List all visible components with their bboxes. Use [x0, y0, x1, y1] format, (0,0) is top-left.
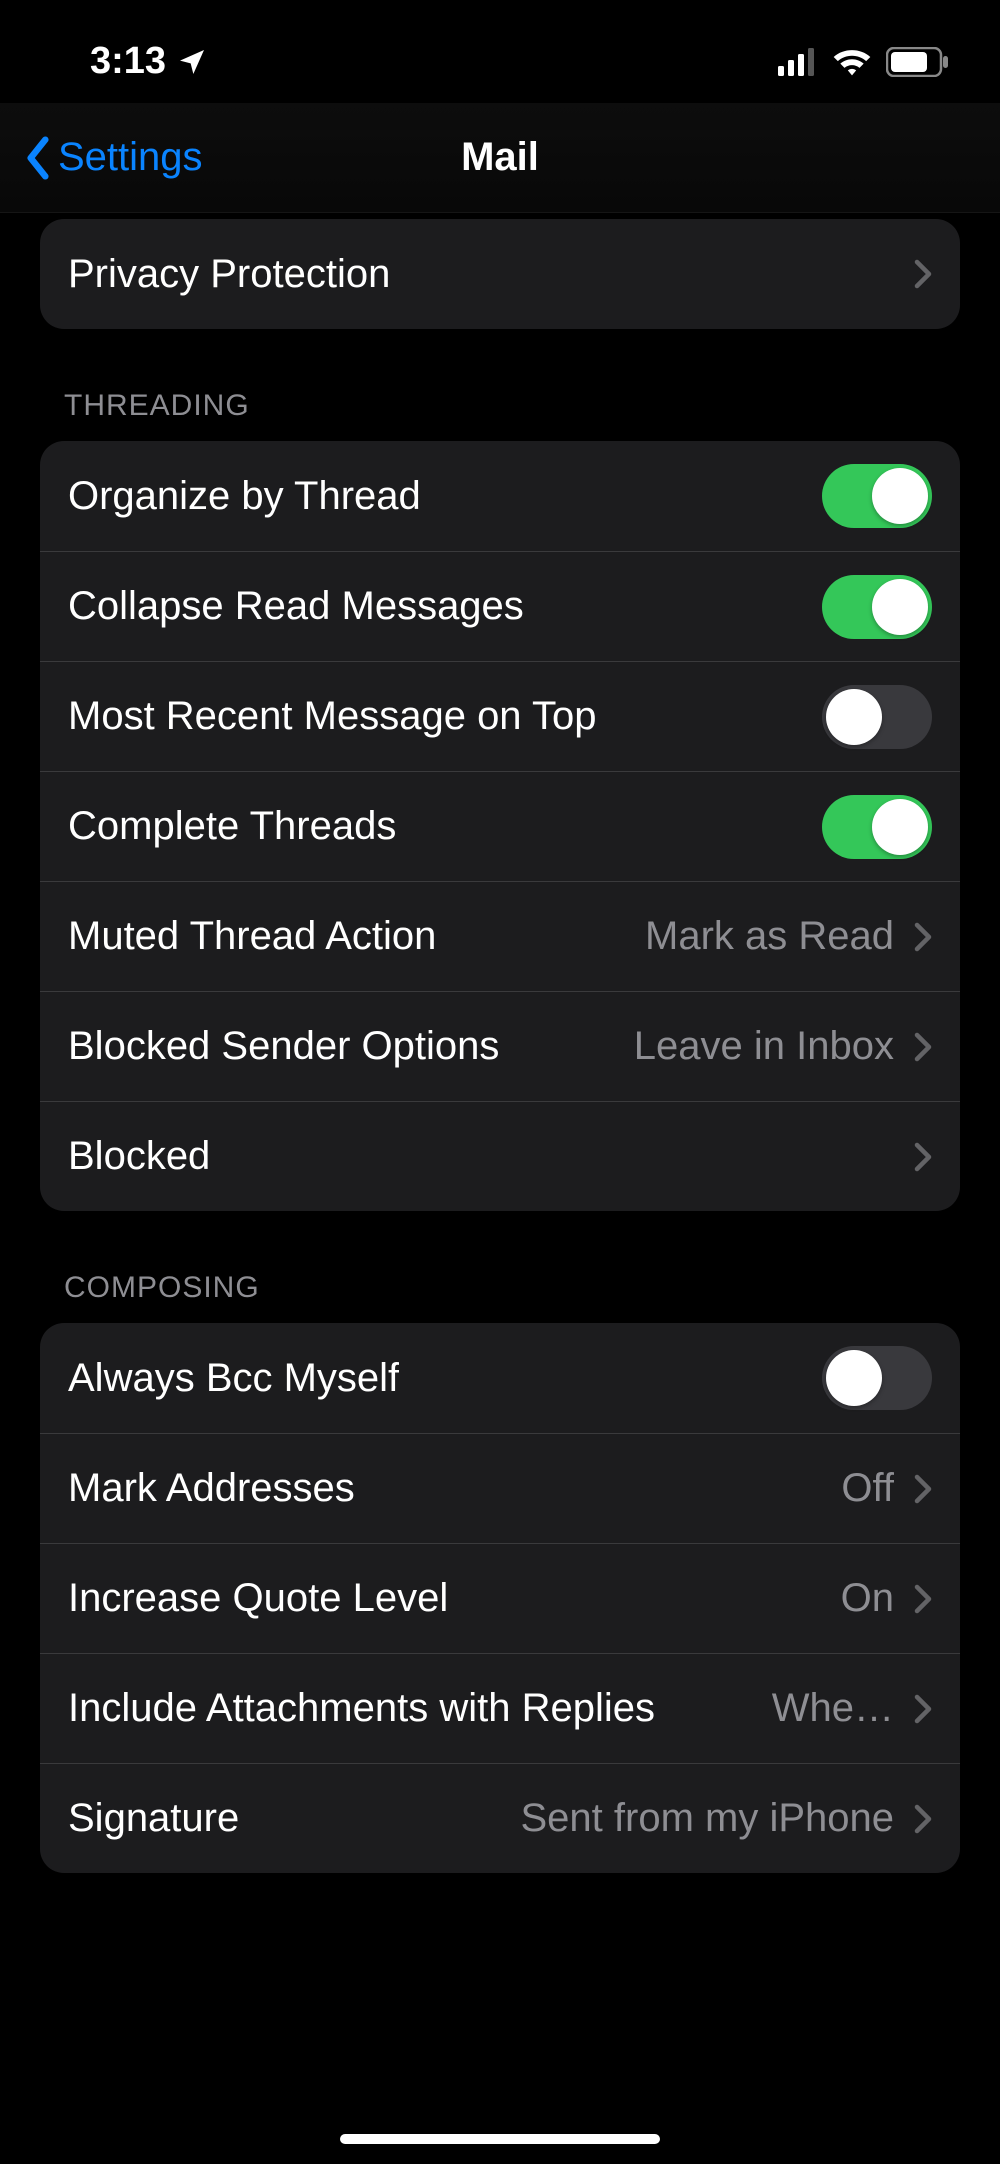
- chevron-right-icon: [914, 1032, 932, 1062]
- chevron-left-icon: [24, 136, 52, 180]
- row-label: Mark Addresses: [68, 1466, 355, 1511]
- row-label: Privacy Protection: [68, 252, 390, 297]
- chevron-right-icon: [914, 1694, 932, 1724]
- toggle-complete-threads[interactable]: [822, 795, 932, 859]
- section-header: THREADING: [40, 389, 960, 441]
- status-bar: 3:13: [0, 0, 1000, 103]
- chevron-right-icon: [914, 1804, 932, 1834]
- row-organize-by-thread[interactable]: Organize by Thread: [40, 441, 960, 551]
- row-muted-thread-action[interactable]: Muted Thread Action Mark as Read: [40, 881, 960, 991]
- toggle-collapse-read-messages[interactable]: [822, 575, 932, 639]
- row-blocked[interactable]: Blocked: [40, 1101, 960, 1211]
- chevron-right-icon: [914, 1474, 932, 1504]
- row-label: Increase Quote Level: [68, 1576, 448, 1621]
- row-always-bcc-myself[interactable]: Always Bcc Myself: [40, 1323, 960, 1433]
- home-indicator[interactable]: [340, 2134, 660, 2144]
- toggle-always-bcc-myself[interactable]: [822, 1346, 932, 1410]
- device-frame: 3:13: [0, 0, 1000, 2164]
- row-label: Most Recent Message on Top: [68, 694, 596, 739]
- row-complete-threads[interactable]: Complete Threads: [40, 771, 960, 881]
- row-collapse-read-messages[interactable]: Collapse Read Messages: [40, 551, 960, 661]
- row-blocked-sender-options[interactable]: Blocked Sender Options Leave in Inbox: [40, 991, 960, 1101]
- section-header: COMPOSING: [40, 1271, 960, 1323]
- row-signature[interactable]: Signature Sent from my iPhone: [40, 1763, 960, 1873]
- settings-group: Always Bcc Myself Mark Addresses Off Increa…: [40, 1323, 960, 1873]
- row-value: Whe…: [772, 1686, 894, 1731]
- row-label: Organize by Thread: [68, 474, 421, 519]
- row-value: Sent from my iPhone: [521, 1796, 895, 1841]
- cellular-signal-icon: [778, 48, 818, 76]
- chevron-right-icon: [914, 922, 932, 952]
- row-value: Leave in Inbox: [634, 1024, 894, 1069]
- toggle-organize-by-thread[interactable]: [822, 464, 932, 528]
- row-privacy-protection[interactable]: Privacy Protection: [40, 219, 960, 329]
- row-label: Collapse Read Messages: [68, 584, 524, 629]
- row-label: Always Bcc Myself: [68, 1356, 399, 1401]
- row-label: Signature: [68, 1796, 239, 1841]
- back-label: Settings: [58, 135, 203, 180]
- row-mark-addresses[interactable]: Mark Addresses Off: [40, 1433, 960, 1543]
- toggle-most-recent-on-top[interactable]: [822, 685, 932, 749]
- row-increase-quote-level[interactable]: Increase Quote Level On: [40, 1543, 960, 1653]
- nav-bar: Settings Mail: [0, 103, 1000, 213]
- status-time: 3:13: [90, 40, 166, 83]
- settings-group: Privacy Protection: [40, 219, 960, 329]
- status-right: [778, 47, 950, 77]
- chevron-right-icon: [914, 259, 932, 289]
- row-value: Mark as Read: [645, 914, 894, 959]
- wifi-icon: [832, 47, 872, 77]
- row-label: Include Attachments with Replies: [68, 1686, 655, 1731]
- battery-icon: [886, 47, 950, 77]
- row-value: Off: [841, 1466, 894, 1511]
- row-label: Blocked: [68, 1134, 210, 1179]
- row-include-attachments[interactable]: Include Attachments with Replies Whe…: [40, 1653, 960, 1763]
- settings-content[interactable]: Privacy ProtectionTHREADINGOrganize by T…: [0, 219, 1000, 2133]
- row-most-recent-on-top[interactable]: Most Recent Message on Top: [40, 661, 960, 771]
- settings-group: Organize by Thread Collapse Read Messages…: [40, 441, 960, 1211]
- row-label: Blocked Sender Options: [68, 1024, 499, 1069]
- back-button[interactable]: Settings: [0, 135, 203, 180]
- row-label: Complete Threads: [68, 804, 396, 849]
- chevron-right-icon: [914, 1142, 932, 1172]
- chevron-right-icon: [914, 1584, 932, 1614]
- row-label: Muted Thread Action: [68, 914, 436, 959]
- location-arrow-icon: [176, 46, 208, 78]
- row-value: On: [841, 1576, 894, 1621]
- status-left: 3:13: [90, 40, 208, 83]
